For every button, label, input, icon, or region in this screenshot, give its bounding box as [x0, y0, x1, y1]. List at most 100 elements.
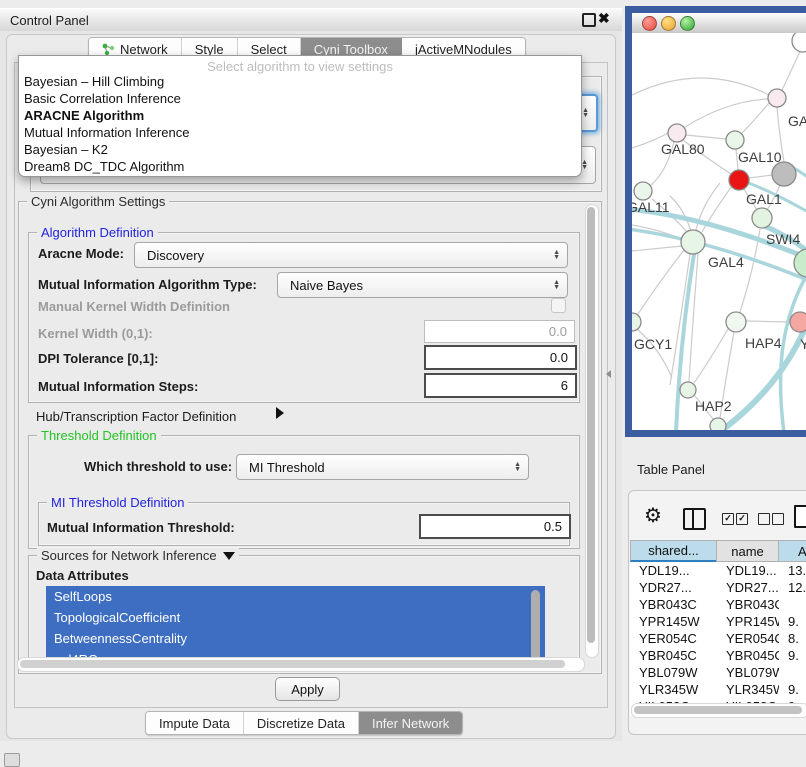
settings-hscrollbar[interactable] [17, 657, 585, 672]
table-cell[interactable]: 12. [779, 579, 806, 596]
settings-hscrollbar-thumb[interactable] [20, 660, 565, 668]
node-gal4[interactable] [681, 230, 705, 254]
dropdown-item[interactable]: Dream8 DC_TDC Algorithm [19, 158, 581, 175]
table-cell[interactable]: YLR345W [630, 681, 717, 698]
node-label: HAP4 [745, 335, 782, 351]
split-columns-icon[interactable] [683, 508, 706, 530]
collapse-down-icon[interactable] [223, 552, 235, 560]
apply-button[interactable]: Apply [275, 677, 340, 701]
node-gal11[interactable] [634, 182, 652, 200]
float-window-icon[interactable] [582, 13, 596, 27]
expand-right-icon[interactable] [276, 407, 284, 419]
node[interactable] [768, 89, 786, 107]
sources-title: Sources for Network Inference [41, 548, 217, 563]
list-item-selected[interactable]: TopologicalCoefficient [46, 607, 545, 628]
network-canvas[interactable]: GAL GAL80 GAL10 GAL1 GAL11 SWI4 GAL4 GCY… [632, 33, 806, 430]
checked-checkbox-icon[interactable]: ✓ [722, 513, 734, 525]
tab-impute-data[interactable]: Impute Data [146, 712, 244, 734]
bottom-left-partial-icon[interactable] [4, 753, 20, 767]
dropdown-item[interactable]: Bayesian – Hill Climbing [19, 73, 581, 90]
threshold-definition-title: Threshold Definition [37, 428, 161, 443]
mi-threshold-definition-title: MI Threshold Definition [47, 495, 188, 510]
table-cell[interactable]: YDL19... [717, 562, 779, 579]
kernel-width-field[interactable]: 0.0 [424, 320, 575, 343]
table-cell[interactable]: 13. [779, 562, 806, 579]
table-cell[interactable]: YBL079W [717, 664, 779, 681]
table-cell[interactable] [779, 664, 806, 681]
node-hap4[interactable] [726, 312, 746, 332]
tab-infer-network[interactable]: Infer Network [359, 712, 462, 734]
node-gal10[interactable] [726, 131, 744, 149]
dropdown-item[interactable]: Mutual Information Inference [19, 124, 581, 141]
table-cell[interactable]: 8. [779, 630, 806, 647]
mi-threshold-field[interactable]: 0.5 [419, 514, 571, 539]
node[interactable] [792, 33, 806, 52]
settings-vscrollbar-thumb[interactable] [587, 207, 595, 643]
mi-type-combobox[interactable]: Naive Bayes ▲▼ [277, 272, 568, 298]
node[interactable] [710, 418, 726, 430]
mac-minimize-button[interactable] [661, 16, 676, 31]
manual-kernel-checkbox[interactable] [551, 298, 566, 313]
list-item-selected[interactable]: SelfLoops [46, 586, 545, 607]
table-cell[interactable]: YLR345W [717, 681, 779, 698]
node-hap2[interactable] [680, 382, 696, 398]
unchecked-checkbox-icon[interactable] [758, 513, 770, 525]
node-gal1[interactable] [752, 208, 772, 228]
table-cell[interactable]: 9. [779, 647, 806, 664]
unchecked-checkbox-icon[interactable] [772, 513, 784, 525]
dpi-tolerance-field[interactable]: 0.0 [424, 345, 577, 370]
tab-discretize-data[interactable]: Discretize Data [244, 712, 359, 734]
table-cell[interactable]: YDL19... [630, 562, 717, 579]
stepper-icon: ▲▼ [581, 160, 588, 170]
manual-kernel-label: Manual Kernel Width Definition [38, 299, 230, 314]
aracne-mode-combobox[interactable]: Discovery ▲▼ [134, 242, 568, 268]
node-table: shared... name A YDL19... YDL19... 13. Y… [630, 540, 806, 716]
document-icon[interactable] [794, 505, 806, 528]
gear-icon[interactable]: ⚙ [644, 506, 662, 526]
which-threshold-value: MI Threshold [237, 460, 325, 475]
mi-steps-field[interactable]: 6 [424, 373, 577, 398]
node-label: GAL [788, 113, 806, 129]
node-gray[interactable] [772, 162, 796, 186]
table-cell[interactable]: YPR145W [717, 613, 779, 630]
table-cell[interactable]: YBR045C [630, 647, 717, 664]
table-cell[interactable]: YER054C [717, 630, 779, 647]
table-cell[interactable]: 9. [779, 681, 806, 698]
node-gcy1[interactable] [632, 313, 641, 331]
network-window-titlebar[interactable] [632, 13, 806, 34]
table-cell[interactable]: YDR27... [630, 579, 717, 596]
splitter-collapse-icon[interactable] [606, 370, 611, 378]
table-cell[interactable]: YDR27... [717, 579, 779, 596]
stepper-icon: ▲▼ [514, 462, 521, 472]
table-cell[interactable]: YBR043C [630, 596, 717, 613]
column-header-extra[interactable]: A [778, 540, 806, 562]
table-cell[interactable] [779, 596, 806, 613]
table-hscrollbar-thumb[interactable] [634, 706, 802, 714]
mac-close-button[interactable] [642, 16, 657, 31]
table-cell[interactable]: YPR145W [630, 613, 717, 630]
table-cell[interactable]: YBR043C [717, 596, 779, 613]
dropdown-item[interactable]: Basic Correlation Inference [19, 90, 581, 107]
column-header-name[interactable]: name [716, 540, 779, 562]
node-label: GCY1 [634, 336, 672, 352]
node-gal80[interactable] [668, 124, 686, 142]
dropdown-item[interactable]: Bayesian – K2 [19, 141, 581, 158]
which-threshold-label: Which threshold to use: [84, 459, 232, 474]
table-hscrollbar[interactable] [631, 703, 806, 718]
table-cell[interactable]: YER054C [630, 630, 717, 647]
table-cell[interactable]: YBL079W [630, 664, 717, 681]
column-header-shared[interactable]: shared... [630, 540, 717, 562]
dropdown-item-aracne[interactable]: ARACNE Algorithm [19, 107, 581, 124]
node-salmon[interactable] [790, 312, 806, 332]
list-vscrollbar-thumb[interactable] [531, 590, 540, 664]
mac-zoom-button[interactable] [680, 16, 695, 31]
table-cell[interactable]: YBR045C [717, 647, 779, 664]
data-attributes-label: Data Attributes [36, 568, 129, 583]
table-cell[interactable]: 9. [779, 613, 806, 630]
close-icon[interactable]: ✖ [598, 10, 610, 27]
node-selected-red[interactable] [729, 170, 749, 190]
settings-vscrollbar[interactable] [585, 204, 599, 658]
which-threshold-combobox[interactable]: MI Threshold ▲▼ [236, 454, 529, 480]
checked-checkbox-icon[interactable]: ✓ [736, 513, 748, 525]
list-item-selected[interactable]: BetweennessCentrality [46, 628, 545, 649]
